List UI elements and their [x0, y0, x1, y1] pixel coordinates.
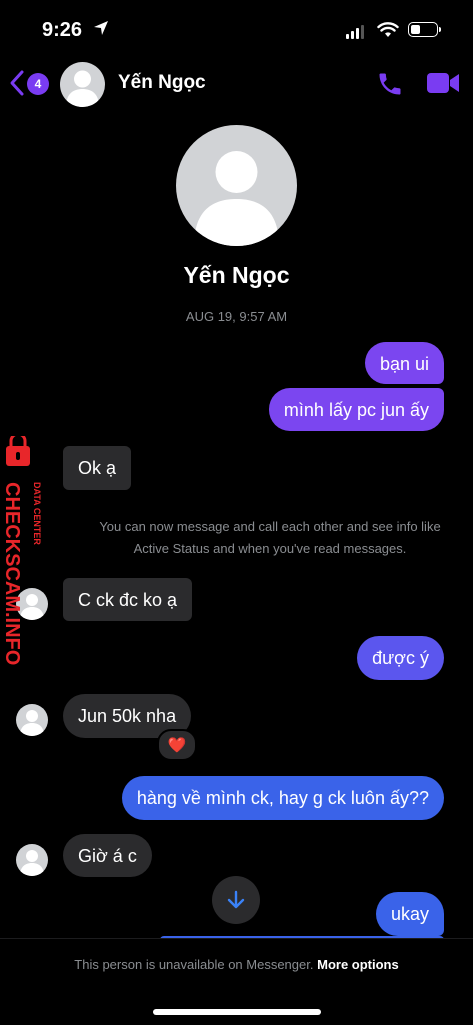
profile-avatar[interactable] — [176, 125, 297, 246]
outgoing-message[interactable]: ukay — [375, 892, 444, 936]
home-indicator[interactable] — [153, 1009, 321, 1015]
outgoing-message[interactable]: mình lấy pc jun ấy — [268, 388, 444, 431]
status-time: 9:26 — [42, 19, 83, 41]
contact-avatar[interactable] — [60, 62, 105, 107]
outgoing-message[interactable]: hàng về mình ck, hay g ck luôn ấy?? — [121, 776, 444, 820]
sender-avatar[interactable] — [16, 704, 48, 736]
system-notice: You can now message and call each other … — [99, 519, 441, 556]
unread-count-badge[interactable]: 4 — [27, 73, 49, 95]
incoming-message[interactable]: Giờ á c — [63, 834, 152, 877]
battery-icon — [408, 22, 441, 37]
watermark-text: CHECKSCAM.INFO — [2, 482, 23, 665]
incoming-message[interactable]: Ok ạ — [63, 446, 132, 490]
profile-name: Yến Ngọc — [183, 262, 290, 288]
location-arrow-icon — [94, 21, 108, 35]
wifi-icon — [377, 22, 399, 37]
unavailable-text: This person is unavailable on Messenger. — [74, 957, 314, 972]
conversation-timestamp: AUG 19, 9:57 AM — [185, 309, 288, 324]
outgoing-message[interactable]: bạn ui — [364, 342, 444, 384]
video-camera-icon[interactable] — [426, 71, 460, 95]
watermark-subtext: DATA CENTER — [32, 482, 42, 545]
watermark-logo: CHECKSCAM.INFO DATA CENTER — [2, 436, 42, 665]
more-options-link[interactable]: More options — [317, 957, 399, 972]
scroll-to-bottom-button[interactable] — [212, 876, 260, 924]
outgoing-message[interactable]: được ý — [357, 636, 444, 680]
phone-icon[interactable] — [376, 70, 404, 98]
conversation-header: 4 Yến Ngọc — [0, 58, 473, 108]
heart-reaction[interactable]: ❤️ — [157, 729, 197, 761]
incoming-message[interactable]: C ck đc ko ạ — [63, 578, 193, 621]
back-chevron-icon[interactable] — [8, 68, 26, 98]
unavailable-footer: This person is unavailable on Messenger.… — [0, 938, 473, 1025]
unavailable-row: This person is unavailable on Messenger.… — [0, 957, 473, 972]
sender-avatar[interactable] — [16, 844, 48, 876]
scroll-down-arrow-icon — [227, 890, 245, 909]
status-bar: 9:26 — [0, 0, 473, 58]
signal-icon — [346, 25, 364, 39]
contact-name[interactable]: Yến Ngọc — [118, 72, 206, 94]
